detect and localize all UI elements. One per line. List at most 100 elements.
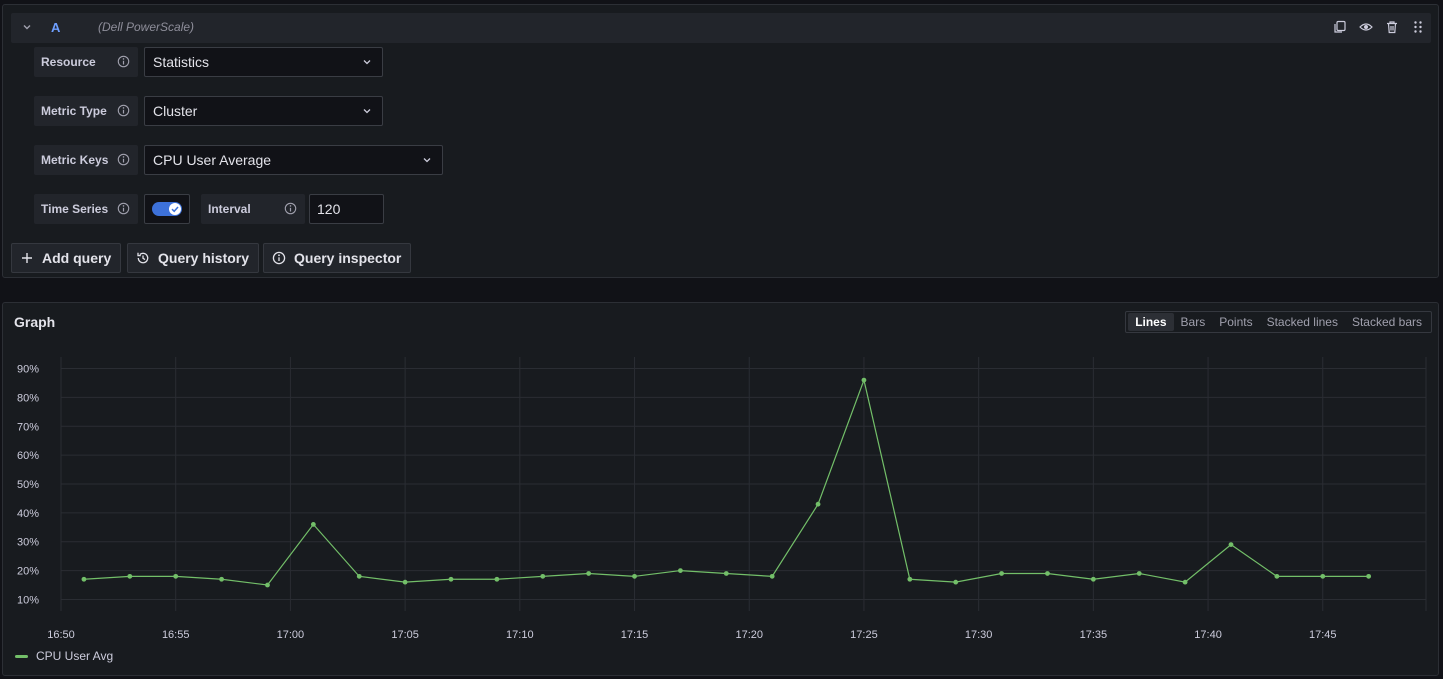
query-history-button[interactable]: Query history [127,243,260,273]
time-series-label-text: Time Series [41,202,109,216]
data-point [678,568,683,573]
data-point [310,522,316,527]
x-tick-label: 17:15 [621,629,649,641]
data-point [1045,571,1050,576]
data-point [1274,573,1280,579]
metric-type-select-value: Cluster [153,103,198,119]
query-editor-panel: A (Dell PowerScale) Resource Statistics … [2,4,1439,278]
query-row-header: A (Dell PowerScale) [11,13,1431,43]
chart-legend[interactable]: CPU User Avg [15,649,113,663]
data-point [999,571,1004,576]
query-inspector-button[interactable]: Query inspector [263,243,412,273]
resource-select[interactable]: Statistics [144,47,383,77]
series-line [83,377,1369,586]
data-point [723,571,729,576]
y-tick-label: 30% [17,537,39,549]
add-query-label: Add query [42,250,112,266]
history-icon [137,252,149,264]
data-point [953,579,959,585]
info-icon[interactable] [284,202,297,215]
data-point [219,576,224,582]
x-tick-label: 17:45 [1309,629,1337,641]
check-icon [171,206,179,213]
query-ref-id[interactable]: A [51,20,60,35]
x-tick-label: 17:00 [277,629,305,641]
datasource-name: (Dell PowerScale) [98,20,195,34]
resource-label: Resource [34,47,138,77]
metric-type-select[interactable]: Cluster [144,96,383,126]
drag-handle-icon[interactable] [1411,20,1425,34]
interval-input[interactable]: 120 [309,194,384,224]
data-point [494,576,500,582]
data-point [540,573,546,579]
y-tick-label: 70% [17,421,39,433]
legend-label: CPU User Avg [36,649,114,663]
info-icon[interactable] [117,202,130,215]
time-series-toggle[interactable] [152,202,182,216]
data-point [586,571,592,576]
x-tick-label: 17:10 [506,629,534,641]
data-point [1320,573,1326,579]
interval-label-text: Interval [208,202,251,216]
data-point [356,573,362,579]
info-icon [272,251,286,265]
resource-select-value: Statistics [153,54,210,70]
data-point [1136,571,1142,576]
x-tick-label: 17:40 [1194,629,1222,641]
y-tick-label: 20% [17,566,39,578]
metric-type-label: Metric Type [34,96,138,126]
data-point [1366,573,1372,579]
data-point [173,573,179,579]
metric-type-label-text: Metric Type [41,104,107,118]
data-point [265,582,270,588]
metric-keys-label-text: Metric Keys [41,153,109,167]
metric-keys-label: Metric Keys [34,145,138,175]
time-series-toggle-wrap [144,194,190,224]
eye-icon[interactable] [1359,20,1373,34]
chevron-down-icon[interactable] [21,21,33,33]
chevron-down-icon [363,60,371,65]
graph-panel: Graph Lines Bars Points Stacked lines Stacke… [2,302,1439,676]
add-query-button[interactable]: Add query [11,243,122,273]
data-point [81,576,87,582]
y-tick-label: 90% [17,364,39,376]
data-point [632,573,637,579]
legend-swatch [15,654,28,658]
x-tick-label: 17:05 [391,629,419,641]
metric-keys-select[interactable]: CPU User Average [144,145,443,175]
plus-icon [22,253,32,263]
copy-icon[interactable] [1333,20,1347,34]
time-series-label: Time Series [34,194,138,224]
x-tick-label: 16:55 [162,629,190,641]
data-point [1228,542,1234,548]
x-tick-label: 17:25 [850,629,878,641]
data-point [1182,579,1188,585]
y-tick-label: 60% [17,450,39,462]
y-tick-label: 80% [17,392,39,404]
x-tick-label: 16:50 [47,629,75,641]
chevron-down-icon [363,109,371,114]
query-history-label: Query history [158,250,250,266]
data-point [448,576,454,582]
metric-keys-select-value: CPU User Average [153,152,272,168]
data-point [769,573,775,579]
data-point [815,501,821,507]
info-icon[interactable] [117,104,130,117]
x-tick-label: 17:30 [965,629,993,641]
info-icon[interactable] [117,55,130,68]
y-tick-label: 10% [17,594,39,606]
resource-label-text: Resource [41,55,96,69]
data-point [127,573,133,579]
data-point [402,579,408,585]
x-tick-label: 17:20 [735,629,763,641]
data-point [907,576,913,582]
chevron-down-icon [423,158,431,163]
y-tick-label: 40% [17,508,39,520]
toggle-knob [169,203,181,215]
trash-icon[interactable] [1385,20,1399,34]
data-point [861,377,867,383]
data-point [1090,576,1096,582]
info-icon[interactable] [117,153,130,166]
x-tick-label: 17:35 [1080,629,1108,641]
y-tick-label: 50% [17,479,39,491]
